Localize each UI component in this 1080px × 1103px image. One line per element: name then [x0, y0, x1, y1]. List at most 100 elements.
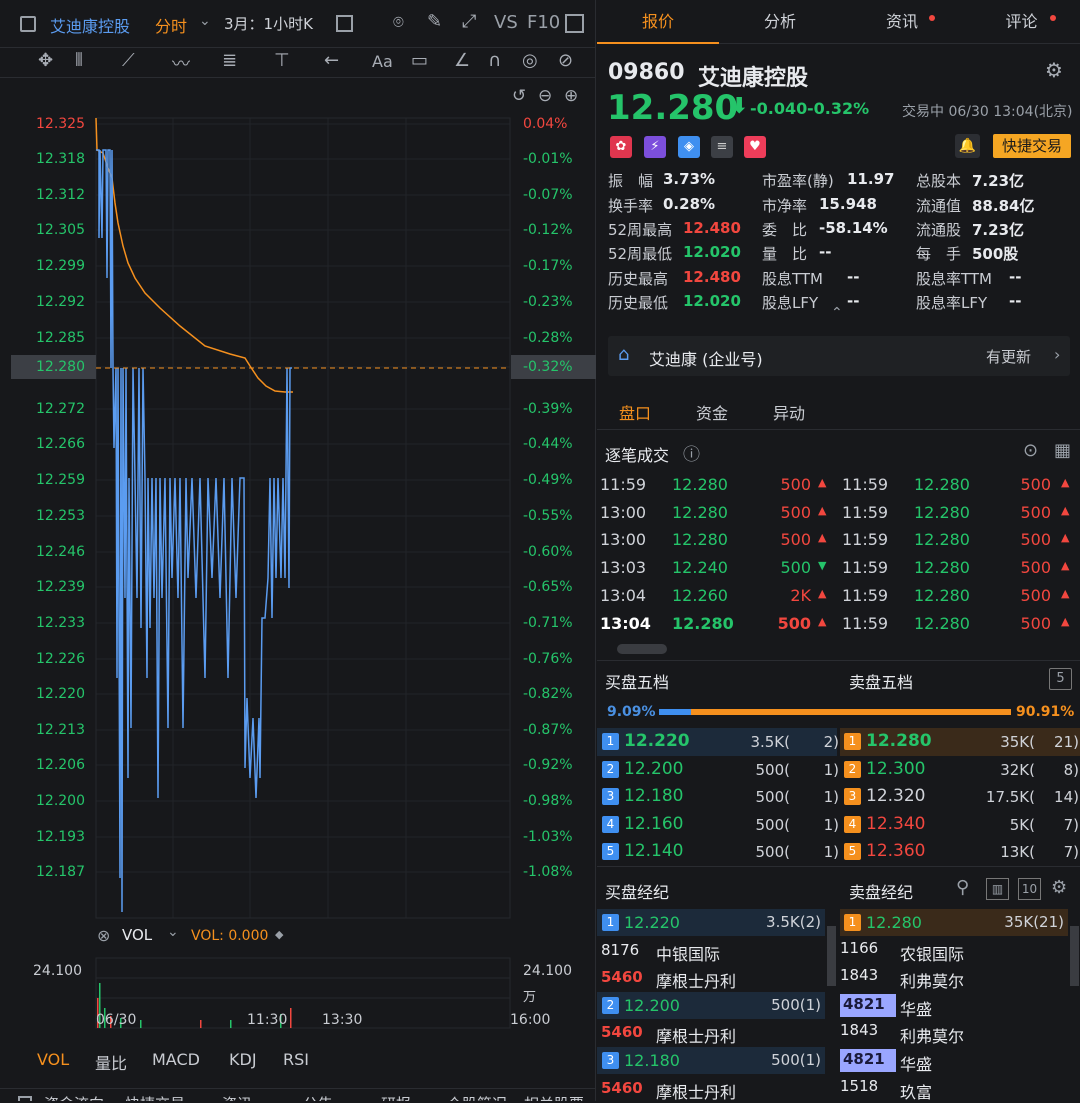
bottom-tab[interactable]: 研报	[381, 1093, 411, 1101]
ask-row[interactable]: 5 12.360 13K(7)	[840, 838, 1080, 866]
tag-icon[interactable]: ◈	[678, 136, 700, 158]
chevron-down-icon[interactable]: ⌄	[167, 924, 179, 940]
ruler-icon[interactable]: ∠	[454, 50, 470, 71]
buy-broker-row[interactable]: 5460 摩根士丹利	[597, 1075, 825, 1102]
buy-broker-level-row[interactable]: 1 12.220 3.5K(2)	[597, 909, 825, 936]
stat-label: 历史最高	[608, 270, 669, 288]
sell-broker-level-row[interactable]: 1 12.280 35K(21)	[840, 909, 1068, 936]
indicator-tab-vol[interactable]: VOL	[37, 1050, 69, 1069]
sell-broker-row[interactable]: 1166 农银国际	[840, 937, 1068, 964]
stat-label: 股息TTM	[762, 270, 824, 288]
sell-broker-row[interactable]: 4821 华盛	[840, 1047, 1068, 1074]
more-icon[interactable]: ⊙	[1023, 440, 1038, 461]
buy-broker-row[interactable]: 5460 摩根士丹利	[597, 964, 825, 991]
vol-indicator-name[interactable]: VOL	[122, 926, 152, 944]
tab-quote[interactable]: 报价	[597, 0, 719, 44]
gear-icon[interactable]: ⚙	[1051, 877, 1067, 898]
bottom-tab[interactable]: 资金流向	[44, 1093, 104, 1101]
bid-row[interactable]: 2 12.200 500(1)	[597, 756, 839, 784]
tab-news[interactable]: 资讯	[841, 0, 963, 44]
scrollbar-thumb[interactable]	[617, 644, 667, 654]
indicator-tab-ratio[interactable]: 量比	[95, 1050, 127, 1074]
layout-icon[interactable]	[565, 14, 584, 33]
sell-broker-scrollbar[interactable]	[1070, 926, 1079, 986]
magnet-icon[interactable]: ∩	[488, 50, 501, 71]
trades-title: 逐笔成交	[605, 446, 670, 465]
person-icon[interactable]: ⚲	[956, 877, 969, 898]
buy-broker-row[interactable]: 8176 中银国际	[597, 937, 825, 964]
move-icon[interactable]: ✥	[38, 50, 53, 71]
company-account-row[interactable]: ⌂ 艾迪康 (企业号) 有更新 ›	[608, 336, 1070, 376]
level-badge: 3	[602, 788, 619, 805]
chevron-up-icon[interactable]: ⌃	[831, 305, 843, 321]
bid-row[interactable]: 1 12.220 3.5K(2)	[597, 728, 839, 756]
settings-icon[interactable]: ⚙	[1045, 58, 1063, 82]
stock-name-tab[interactable]: 艾迪康控股	[50, 13, 130, 37]
buy-broker-level-row[interactable]: 3 12.180 500(1)	[597, 1047, 825, 1074]
pencil-icon[interactable]: ✎	[427, 11, 442, 32]
broker-count-button[interactable]: 10	[1018, 878, 1041, 900]
sell-broker-row[interactable]: 1518 玖富	[840, 1075, 1068, 1102]
broker-table-icon[interactable]: ▥	[986, 878, 1009, 900]
sub-tab-orderbook[interactable]: 盘口	[619, 400, 651, 424]
arrow-left-icon[interactable]: ←	[324, 50, 339, 71]
bottom-tab[interactable]: 快捷交易	[125, 1093, 185, 1101]
comment-icon[interactable]: ▭	[411, 50, 428, 71]
bid-row[interactable]: 5 12.140 500(1)	[597, 838, 839, 866]
bottom-tab[interactable]: 个股简况	[447, 1093, 507, 1101]
bid-row[interactable]: 3 12.180 500(1)	[597, 783, 839, 811]
vs-button[interactable]: VS	[494, 12, 518, 33]
note-icon[interactable]: ≡	[711, 136, 733, 158]
ask-row[interactable]: 3 12.320 17.5K(14)	[840, 783, 1080, 811]
sub-tab-movement[interactable]: 异动	[773, 400, 805, 424]
indicator-tab-macd[interactable]: MACD	[152, 1050, 200, 1069]
wave-icon[interactable]: 〰	[172, 50, 190, 76]
tab-analysis[interactable]: 分析	[719, 0, 841, 44]
bid-row[interactable]: 4 12.160 500(1)	[597, 811, 839, 839]
info-icon[interactable]: ⓘ	[683, 440, 700, 465]
checkbox-icon[interactable]	[18, 1096, 32, 1101]
chevron-down-icon[interactable]: ⌄	[199, 13, 211, 29]
hk-flower-icon[interactable]: ✿	[610, 136, 632, 158]
indicator-tab-rsi[interactable]: RSI	[283, 1050, 309, 1069]
ask-row[interactable]: 4 12.340 5K(7)	[840, 811, 1080, 839]
price-axis-label: 12.292	[36, 294, 85, 310]
sell-broker-row[interactable]: 1843 利弗莫尔	[840, 964, 1068, 991]
price-chart[interactable]	[0, 78, 596, 1101]
timeshare-tab[interactable]: 分时	[155, 13, 187, 37]
bottom-tab[interactable]: 资讯	[222, 1093, 252, 1101]
checkbox-icon[interactable]	[336, 15, 353, 32]
trend-line-icon[interactable]: ⟋	[122, 50, 135, 71]
heart-icon[interactable]: ♥	[744, 136, 766, 158]
vertical-lines-icon[interactable]: ⦀	[75, 50, 83, 71]
sub-tab-funds[interactable]: 资金	[696, 400, 728, 424]
text-icon[interactable]: Aa	[372, 52, 393, 71]
tab-comments[interactable]: 评论	[963, 0, 1080, 44]
indicator-tab-kdj[interactable]: KDJ	[229, 1050, 257, 1069]
grid-icon[interactable]: ▦	[1054, 440, 1071, 461]
measure-icon[interactable]: ⊤	[274, 50, 290, 71]
buy-broker-level-row[interactable]: 2 12.200 500(1)	[597, 992, 825, 1019]
period-selector[interactable]: 3月：1小时K	[224, 13, 313, 34]
buy-broker-row[interactable]: 5460 摩根士丹利	[597, 1019, 825, 1046]
bell-icon[interactable]: 🔔	[955, 134, 980, 158]
fullscreen-icon[interactable]: ⤢	[462, 11, 476, 32]
stat-value: 15.948	[819, 195, 877, 213]
sell-broker-row[interactable]: 4821 华盛	[840, 992, 1068, 1019]
eye-icon[interactable]: ◎	[522, 50, 538, 71]
camera-icon[interactable]: ⌾	[393, 12, 404, 33]
depth-level-button[interactable]: 5	[1049, 668, 1072, 690]
bottom-tab[interactable]: 公告	[303, 1093, 333, 1101]
f10-button[interactable]: F10	[527, 12, 560, 33]
ask-row[interactable]: 2 12.300 32K(8)	[840, 756, 1080, 784]
sell-broker-row[interactable]: 1843 利弗莫尔	[840, 1019, 1068, 1046]
close-indicator-icon[interactable]: ⊗	[97, 926, 110, 945]
ask-row[interactable]: 1 12.280 35K(21)	[840, 728, 1080, 756]
sidebar-toggle-icon[interactable]	[20, 16, 36, 32]
lightning-icon[interactable]: ⚡	[644, 136, 666, 158]
quick-trade-button[interactable]: 快捷交易	[993, 134, 1071, 158]
buy-broker-scrollbar[interactable]	[827, 926, 836, 986]
bottom-tab[interactable]: 相关股票	[524, 1093, 584, 1101]
hide-icon[interactable]: ⊘	[558, 50, 573, 71]
fib-icon[interactable]: ≣	[222, 50, 237, 71]
